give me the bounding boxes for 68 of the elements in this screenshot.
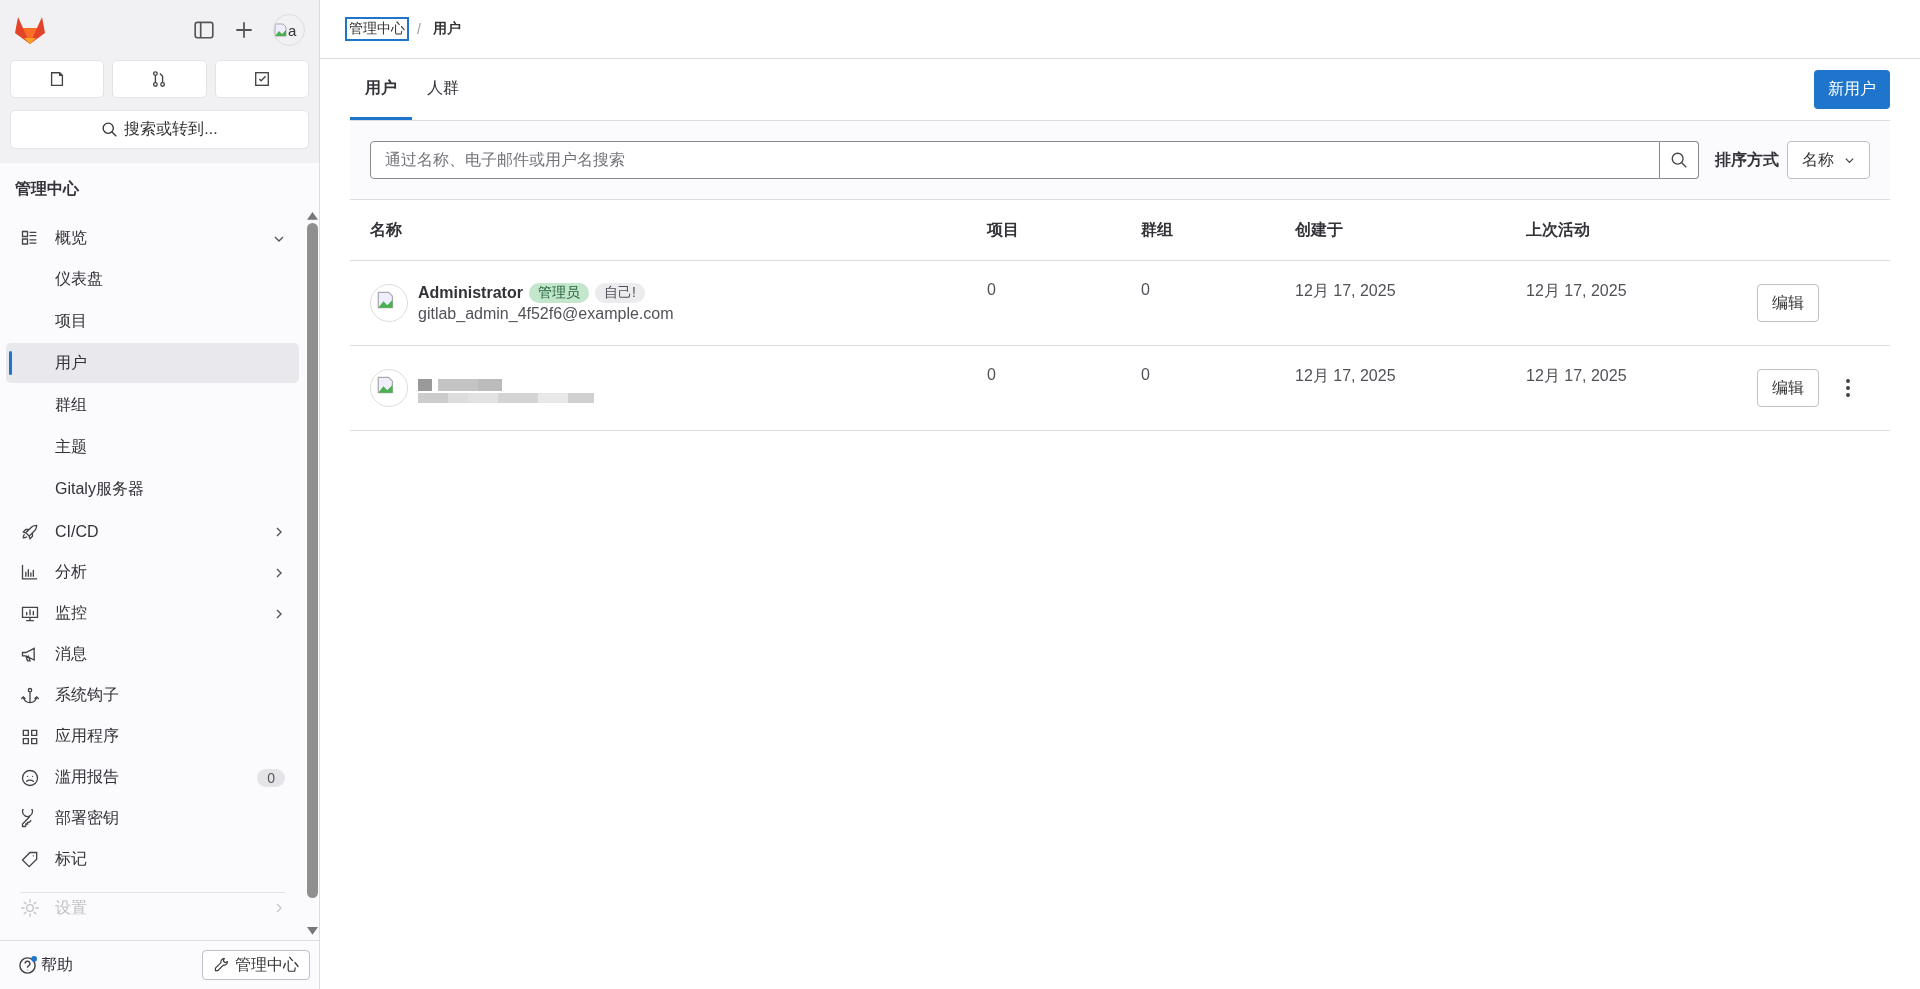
edit-button[interactable]: 编辑: [1757, 284, 1819, 322]
count-badge: 0: [257, 768, 285, 787]
sidebar-toggle-icon[interactable]: [193, 19, 215, 41]
column-header: 名称: [369, 219, 403, 240]
breadcrumb-link[interactable]: 管理中心: [347, 19, 407, 39]
nav-subitem[interactable]: 主题: [6, 427, 299, 467]
broken-image-icon: [377, 291, 395, 309]
table-cell-text: 0: [1140, 280, 1151, 300]
nav-item[interactable]: 部署密钥: [6, 798, 299, 839]
column-header: 创建于: [1294, 219, 1344, 240]
scroll-down-icon[interactable]: [306, 927, 318, 936]
nav-subitem[interactable]: 群组: [6, 385, 299, 425]
nav-subitem[interactable]: 用户: [6, 343, 299, 383]
nav-item[interactable]: 概览: [6, 218, 299, 259]
column-header: 群组: [1140, 219, 1174, 240]
sort-dropdown[interactable]: 名称: [1787, 141, 1870, 179]
table-cell-text: 0: [986, 280, 997, 300]
nav-item[interactable]: 分析: [6, 552, 299, 593]
sad-face-icon: [20, 767, 40, 788]
table-cell-text: 12月 17, 2025: [1525, 366, 1628, 386]
role-badge: 管理员: [528, 283, 589, 303]
table-cell-text: 12月 17, 2025: [1294, 281, 1397, 301]
user-name[interactable]: Administrator: [418, 284, 523, 302]
search-button[interactable]: [1660, 141, 1699, 179]
sort-label: 排序方式: [1715, 149, 1779, 170]
breadcrumb-link[interactable]: 用户: [430, 19, 463, 39]
broken-image-icon: [274, 23, 288, 37]
fox-logo-icon[interactable]: [14, 15, 46, 45]
column-header: 项目: [985, 219, 1020, 240]
nav-item[interactable]: 应用程序: [6, 716, 299, 757]
new-user-button[interactable]: 新用户: [1814, 70, 1890, 109]
anchor-icon: [20, 685, 40, 706]
checkbox-icon: [252, 70, 271, 88]
tab[interactable]: 人群: [412, 59, 474, 120]
help-button[interactable]: 帮助: [18, 954, 73, 976]
search-icon: [101, 121, 119, 138]
search-field[interactable]: 通过名称、电子邮件或用户名搜索: [370, 141, 1660, 179]
search-button[interactable]: 搜索或转到...: [10, 110, 309, 149]
scroll-up-icon[interactable]: [306, 211, 318, 220]
nav-item[interactable]: 系统钩子: [6, 675, 299, 716]
nav-item[interactable]: 标记: [6, 839, 299, 880]
search-icon: [1670, 151, 1688, 169]
nav-subitem[interactable]: Gitaly服务器: [6, 469, 299, 509]
help-icon: [18, 955, 37, 975]
admin-button[interactable]: 管理中心: [202, 950, 310, 980]
user-email: gitlab_admin_4f52f6@example.com: [418, 305, 674, 323]
nav-subitem[interactable]: 项目: [6, 301, 299, 341]
table-cell-text: 0: [1140, 365, 1151, 385]
nav-item[interactable]: 监控: [6, 593, 299, 634]
avatar-alt-text: a: [288, 21, 297, 39]
wrench-icon: [213, 957, 229, 973]
table-cell-text: 12月 17, 2025: [1525, 281, 1628, 301]
broken-image-icon: [377, 376, 395, 394]
nav-item[interactable]: CI/CD: [6, 511, 299, 552]
table-cell-text: 0: [986, 365, 997, 385]
plus-icon[interactable]: [233, 19, 255, 41]
tag-icon: [20, 849, 40, 870]
breadcrumb-separator: /: [417, 21, 421, 37]
section-title: 管理中心: [14, 179, 80, 199]
table-cell-text: 12月 17, 2025: [1294, 366, 1397, 386]
nav-subitem[interactable]: 仪表盘: [6, 259, 299, 299]
column-header: 上次活动: [1525, 219, 1591, 240]
edit-button[interactable]: 编辑: [1757, 369, 1819, 407]
role-badge: 自己!: [594, 283, 645, 303]
chart-icon: [20, 562, 40, 583]
more-icon[interactable]: [1845, 378, 1851, 398]
nav-item[interactable]: 消息: [6, 634, 299, 675]
nav-item[interactable]: 滥用报告 0: [6, 757, 299, 798]
